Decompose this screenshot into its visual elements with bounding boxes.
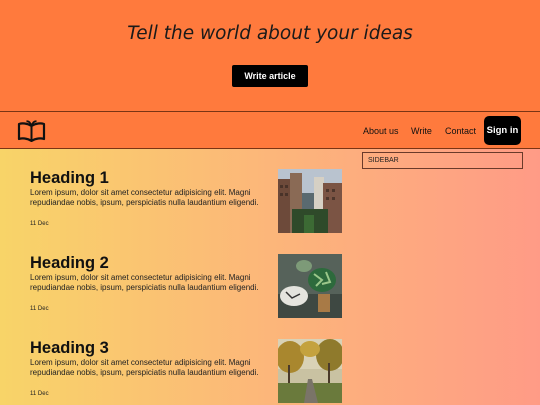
navbar: About us Write Contact Sign in [0, 111, 540, 149]
post-date: 11 Dec [30, 221, 49, 227]
open-book-icon[interactable] [17, 120, 46, 143]
nav-link-about-us[interactable]: About us [363, 126, 399, 136]
autumn-road-image[interactable] [278, 339, 342, 403]
main-content: SIDEBAR Heading 1 Lorem ipsum, dolor sit… [0, 149, 540, 405]
pillows-plants-image[interactable] [278, 254, 342, 318]
nav-link-write[interactable]: Write [411, 126, 432, 136]
post-date: 11 Dec [30, 391, 49, 397]
post-card[interactable]: Heading 3 Lorem ipsum, dolor sit amet co… [30, 339, 342, 403]
post-heading[interactable]: Heading 3 [30, 339, 109, 358]
post-heading[interactable]: Heading 1 [30, 169, 109, 188]
post-card[interactable]: Heading 1 Lorem ipsum, dolor sit amet co… [30, 169, 342, 233]
hero-section: Tell the world about your ideas Write ar… [0, 0, 540, 111]
sign-in-button[interactable]: Sign in [484, 116, 521, 145]
post-body: Lorem ipsum, dolor sit amet consectetur … [30, 188, 259, 207]
post-body: Lorem ipsum, dolor sit amet consectetur … [30, 273, 259, 292]
city-buildings-image[interactable] [278, 169, 342, 233]
post-body: Lorem ipsum, dolor sit amet consectetur … [30, 358, 259, 377]
write-article-button[interactable]: Write article [232, 65, 308, 87]
post-heading[interactable]: Heading 2 [30, 254, 109, 273]
hero-title: Tell the world about your ideas [127, 23, 413, 44]
sidebar: SIDEBAR [362, 152, 523, 169]
nav-link-contact[interactable]: Contact [445, 126, 476, 136]
post-date: 11 Dec [30, 306, 49, 312]
post-card[interactable]: Heading 2 Lorem ipsum, dolor sit amet co… [30, 254, 342, 318]
